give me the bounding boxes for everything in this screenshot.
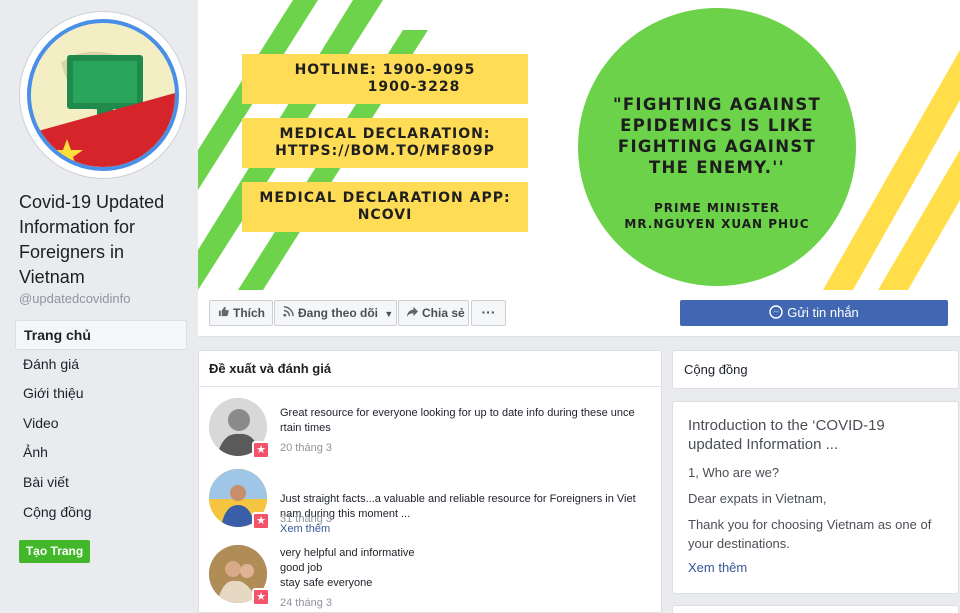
quote-author: PRIME MINISTER MR.NGUYEN XUAN PHUC [598,200,836,232]
quote-author-name: MR.NGUYEN XUAN PHUC [624,217,810,231]
review-item: ★ Great resource for everyone looking fo… [209,398,659,460]
intro-line-1: 1, Who are we? [688,465,780,480]
intro-line-3: Thank you for choosing Vietnam as one of… [688,517,932,551]
medical-declaration-box: MEDICAL DECLARATION: HTTPS://BOM.TO/MF80… [242,118,528,168]
review-text: very helpful and informative good job st… [280,547,415,589]
medical-app-name: NCOVI [357,207,413,223]
recommend-star-icon: ★ [252,441,270,459]
profile-picture[interactable] [20,12,186,178]
more-options-button[interactable]: ··· [471,300,506,326]
share-button[interactable]: Chia sẻ [398,300,469,326]
chevron-down-icon: ▼ [384,309,394,319]
review-item: ★ very helpful and informative good job … [209,545,659,611]
medical-app-label: MEDICAL DECLARATION APP: [259,190,511,206]
page-action-bar: Thích Đang theo dõi ▼ Chia sẻ ··· Gửi ti… [198,290,960,337]
review-text: Great resource for everyone looking for … [280,407,635,434]
left-sidebar: Covid-19 Updated Information for Foreign… [0,0,198,613]
quote-author-title: PRIME MINISTER [654,201,780,215]
intro-post-card: Introduction to the ‘COVID-19 updated In… [672,401,959,594]
hotline-text: HOTLINE: 1900-9095 [294,62,476,78]
page-handle[interactable]: @updatedcovidinfo [19,291,131,306]
hotline-second: 1900-3228 [367,79,461,95]
quote-text: "FIGHTING AGAINST EPIDEMICS IS LIKE FIGH… [612,95,822,177]
nav-item-posts[interactable]: Bài viết [15,468,187,498]
rss-icon [283,301,294,325]
see-more-link[interactable]: Xem thêm [688,560,943,575]
quote-circle: "FIGHTING AGAINST EPIDEMICS IS LIKE FIGH… [578,8,856,286]
next-card [672,605,959,613]
following-label: Đang theo dõi [298,306,378,320]
community-card[interactable]: Cộng đồng [672,350,959,389]
review-date[interactable]: 20 tháng 3 [280,442,332,454]
medical-declaration-label: MEDICAL DECLARATION: [279,126,491,142]
nav-item-community[interactable]: Cộng đồng [15,498,187,528]
messenger-icon [769,302,783,328]
share-arrow-icon [407,301,418,325]
recommend-star-icon: ★ [252,588,270,606]
share-label: Chia sẻ [422,306,465,320]
nav-item-home[interactable]: Trang chủ [15,320,187,350]
page-nav: Trang chủ Đánh giá Giới thiệu Video Ảnh … [15,320,187,527]
review-date[interactable]: 31 tháng 3 [280,513,332,525]
review-text: Just straight facts...a valuable and rel… [280,477,650,537]
like-label: Thích [233,306,265,320]
review-item: ★ Just straight facts...a valuable and r… [209,469,659,535]
monitor-map-icon [31,23,175,167]
cover-photo[interactable]: HOTLINE: 1900-9095 1900-3228 MEDICAL DEC… [198,0,960,290]
send-message-button[interactable]: Gửi tin nhắn [680,300,948,326]
send-message-label: Gửi tin nhắn [787,305,859,320]
recommend-star-icon: ★ [252,512,270,530]
medical-declaration-url: HTTPS://BOM.TO/MF809P [275,143,495,159]
nav-item-video[interactable]: Video [15,409,187,439]
reviews-card: Đề xuất và đánh giá ★ Great resource for… [198,350,662,613]
nav-item-about[interactable]: Giới thiệu [15,379,187,409]
following-button[interactable]: Đang theo dõi ▼ [274,300,397,326]
profile-picture-frame [27,19,179,171]
nav-item-photos[interactable]: Ảnh [15,438,187,468]
medical-app-box: MEDICAL DECLARATION APP: NCOVI [242,182,528,232]
page-title[interactable]: Covid-19 Updated Information for Foreign… [19,190,189,290]
review-text-body: Just straight facts...a valuable and rel… [280,493,636,520]
create-page-button[interactable]: Tạo Trang [19,540,90,563]
thumbs-up-icon [218,301,229,325]
nav-item-reviews[interactable]: Đánh giá [15,350,187,380]
intro-title[interactable]: Introduction to the ‘COVID-19 updated In… [688,416,943,454]
hotline-box: HOTLINE: 1900-9095 1900-3228 [242,54,528,104]
reviews-title[interactable]: Đề xuất và đánh giá [199,351,661,387]
intro-line-2: Dear expats in Vietnam, [688,491,827,506]
review-date[interactable]: 24 tháng 3 [280,597,332,609]
like-button[interactable]: Thích [209,300,273,326]
